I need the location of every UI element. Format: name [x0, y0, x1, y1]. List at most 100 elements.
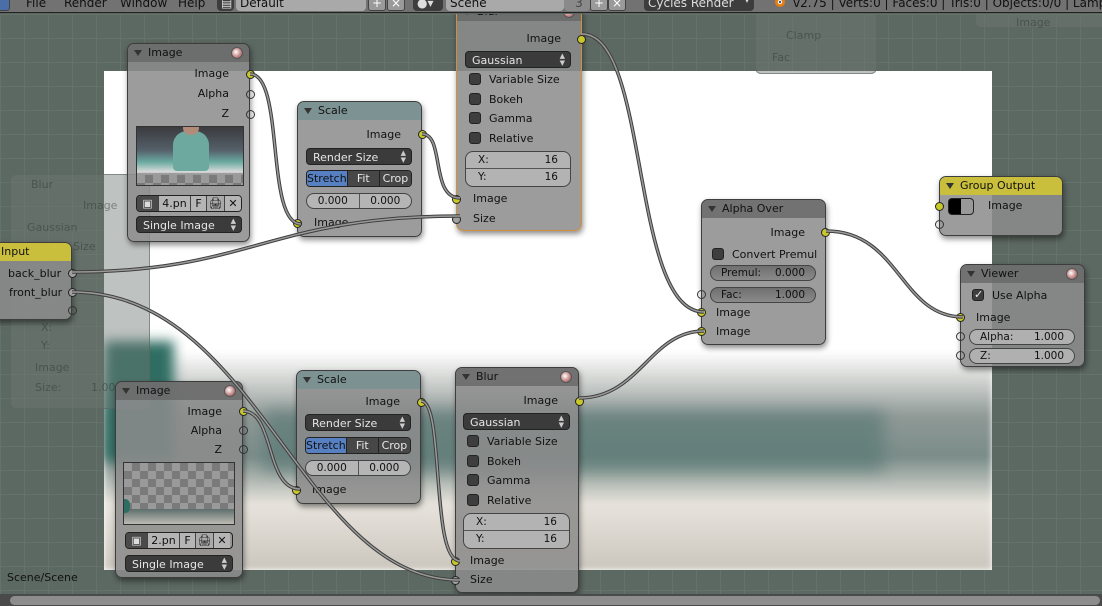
socket-image-in[interactable] — [935, 202, 944, 211]
blur-x-field[interactable]: X: 16 — [466, 152, 570, 169]
collapse-icon[interactable] — [304, 108, 312, 114]
image-node-bottom[interactable]: Image Image Alpha Z ▣ 2.pn F 🖨 ✕ Single … — [115, 381, 248, 578]
preview-sphere-icon[interactable] — [563, 14, 575, 18]
relative-checkbox[interactable]: Relative — [467, 494, 531, 507]
blur-node-top-header[interactable]: Blur — [457, 14, 581, 21]
unlink-image-icon[interactable]: ✕ — [214, 533, 230, 548]
gamma-checkbox[interactable]: Gamma — [469, 112, 532, 125]
socket-front-blur[interactable] — [68, 288, 77, 297]
blur-node-bottom[interactable]: Blur Image Gaussian ▲ ▼ Variable Size Boke… — [451, 367, 584, 593]
socket-z-in[interactable] — [956, 351, 965, 360]
collapse-icon[interactable] — [946, 183, 954, 189]
input-node[interactable]: Input back_blur front_blur — [0, 242, 77, 320]
mode-stretch[interactable]: Stretch — [307, 171, 348, 186]
editor-type-button[interactable] — [0, 0, 10, 11]
blur-y-field[interactable]: Y: 16 — [466, 169, 570, 186]
menu-help[interactable]: Help — [178, 0, 205, 10]
z-field[interactable]: Z: 1.000 — [969, 348, 1075, 364]
blur-x-field[interactable]: X: 16 — [464, 514, 569, 531]
socket-size-in[interactable] — [451, 576, 460, 585]
menu-render[interactable]: Render — [64, 0, 107, 10]
socket-empty[interactable] — [935, 220, 944, 229]
scale-offset-fields[interactable]: 0.000 0.000 — [305, 460, 411, 476]
scale-space-dropdown[interactable]: Render Size ▲ ▼ — [305, 414, 411, 431]
alpha-over-node-header[interactable]: Alpha Over — [702, 200, 825, 218]
menu-file[interactable]: File — [26, 0, 46, 10]
fake-user-toggle[interactable]: F — [191, 196, 207, 211]
blur-size-fields[interactable]: X: 16 Y: 16 — [463, 513, 570, 549]
collapse-icon[interactable] — [967, 271, 975, 277]
socket-image-out[interactable] — [575, 397, 584, 406]
socket-image-in[interactable] — [292, 486, 301, 495]
add-screen-button[interactable]: + — [368, 0, 386, 11]
socket-image-in[interactable] — [452, 195, 461, 204]
bokeh-checkbox[interactable]: Bokeh — [469, 93, 523, 106]
menu-window[interactable]: Window — [120, 0, 167, 10]
scale-node-top[interactable]: Scale Image Render Size ▲ ▼ Stretch Fit Cr… — [293, 101, 427, 237]
color-swatch[interactable] — [948, 198, 974, 215]
socket-z-out[interactable] — [239, 445, 248, 454]
pack-image-icon[interactable]: 🖨 — [207, 196, 225, 211]
premul-field[interactable]: Premul: 0.000 — [710, 265, 816, 281]
socket-image-out[interactable] — [577, 35, 586, 44]
scene-icon[interactable]: ●▾ — [413, 0, 443, 11]
scale-node-bottom-header[interactable]: Scale — [297, 371, 420, 389]
image-node-bottom-header[interactable]: Image — [116, 382, 242, 400]
socket-image-in[interactable] — [451, 557, 460, 566]
render-engine-dropdown[interactable]: Cycles Render ▾ — [644, 0, 754, 11]
preview-sphere-icon[interactable] — [560, 371, 572, 383]
socket-back-blur[interactable] — [68, 269, 77, 278]
variable-size-checkbox[interactable]: Variable Size — [467, 435, 558, 448]
image-browse-icon[interactable]: ▣ — [137, 196, 159, 211]
mode-crop[interactable]: Crop — [378, 438, 410, 453]
image-filename-field[interactable]: 4.pn — [159, 196, 191, 211]
image-node-top-header[interactable]: Image — [128, 44, 249, 62]
socket-image-out[interactable] — [246, 70, 255, 79]
image-selector[interactable]: ▣ 2.pn F 🖨 ✕ — [125, 532, 233, 549]
socket-image-out[interactable] — [239, 407, 248, 416]
pack-image-icon[interactable]: 🖨 — [196, 533, 214, 548]
scale-node-top-header[interactable]: Scale — [298, 102, 421, 120]
socket-alpha-out[interactable] — [246, 90, 255, 99]
input-node-header[interactable]: Input — [0, 243, 71, 261]
scrollbar-thumb[interactable] — [10, 596, 1100, 605]
socket-image-out[interactable] — [418, 130, 427, 139]
variable-size-checkbox[interactable]: Variable Size — [469, 73, 560, 86]
mode-stretch[interactable]: Stretch — [306, 438, 347, 453]
collapse-icon[interactable] — [463, 14, 471, 15]
collapse-icon[interactable] — [134, 50, 142, 56]
collapse-icon[interactable] — [122, 388, 130, 394]
viewer-node-header[interactable]: Viewer — [961, 265, 1084, 283]
scale-node-bottom[interactable]: Scale Image Render Size ▲ ▼ Stretch Fit Cr… — [292, 370, 426, 504]
socket-image-in-1[interactable] — [697, 308, 706, 317]
screen-layout-field[interactable]: Default — [236, 0, 366, 11]
mode-fit[interactable]: Fit — [346, 438, 379, 453]
socket-image-out[interactable] — [821, 228, 830, 237]
image-node-top[interactable]: Image Image Alpha Z ▣ 4.pn F 🖨 ✕ Single … — [127, 43, 255, 242]
offset-x-field[interactable]: 0.000 — [306, 461, 359, 475]
offset-x-field[interactable]: 0.000 — [307, 194, 360, 208]
mode-crop[interactable]: Crop — [379, 171, 411, 186]
socket-z-out[interactable] — [246, 110, 255, 119]
horizontal-scrollbar[interactable] — [0, 594, 1102, 606]
collapse-icon[interactable] — [462, 374, 470, 380]
viewer-node[interactable]: Viewer Use Alpha Image Alpha: 1.000 Z: 1.0… — [956, 264, 1085, 367]
unlink-image-icon[interactable]: ✕ — [225, 196, 241, 211]
socket-alpha-in[interactable] — [956, 332, 965, 341]
alpha-field[interactable]: Alpha: 1.000 — [969, 329, 1075, 345]
image-filename-field[interactable]: 2.pn — [148, 533, 180, 548]
group-output-node[interactable]: Group Output Image — [935, 176, 1063, 236]
image-source-dropdown[interactable]: Single Image ▲ ▼ — [125, 555, 233, 572]
scale-offset-fields[interactable]: 0.000 0.000 — [306, 193, 412, 209]
scale-space-dropdown[interactable]: Render Size ▲ ▼ — [306, 148, 412, 165]
socket-size-in[interactable] — [452, 215, 461, 224]
fake-user-toggle[interactable]: F — [180, 533, 196, 548]
node-editor[interactable]: Blur Image Gaussian Size X: Y: Image Siz… — [0, 14, 1102, 594]
blur-node-top[interactable]: Blur Image Gaussian▲▼ Variable Size Boke… — [452, 14, 586, 231]
blur-filter-dropdown[interactable]: Gaussian ▲ ▼ — [465, 51, 571, 68]
socket-fac-in[interactable] — [697, 290, 706, 299]
preview-sphere-icon[interactable] — [1066, 268, 1078, 280]
relative-checkbox[interactable]: Relative — [469, 132, 533, 145]
remove-screen-button[interactable]: × — [387, 0, 405, 11]
image-source-dropdown[interactable]: Single Image ▲ ▼ — [136, 216, 242, 233]
